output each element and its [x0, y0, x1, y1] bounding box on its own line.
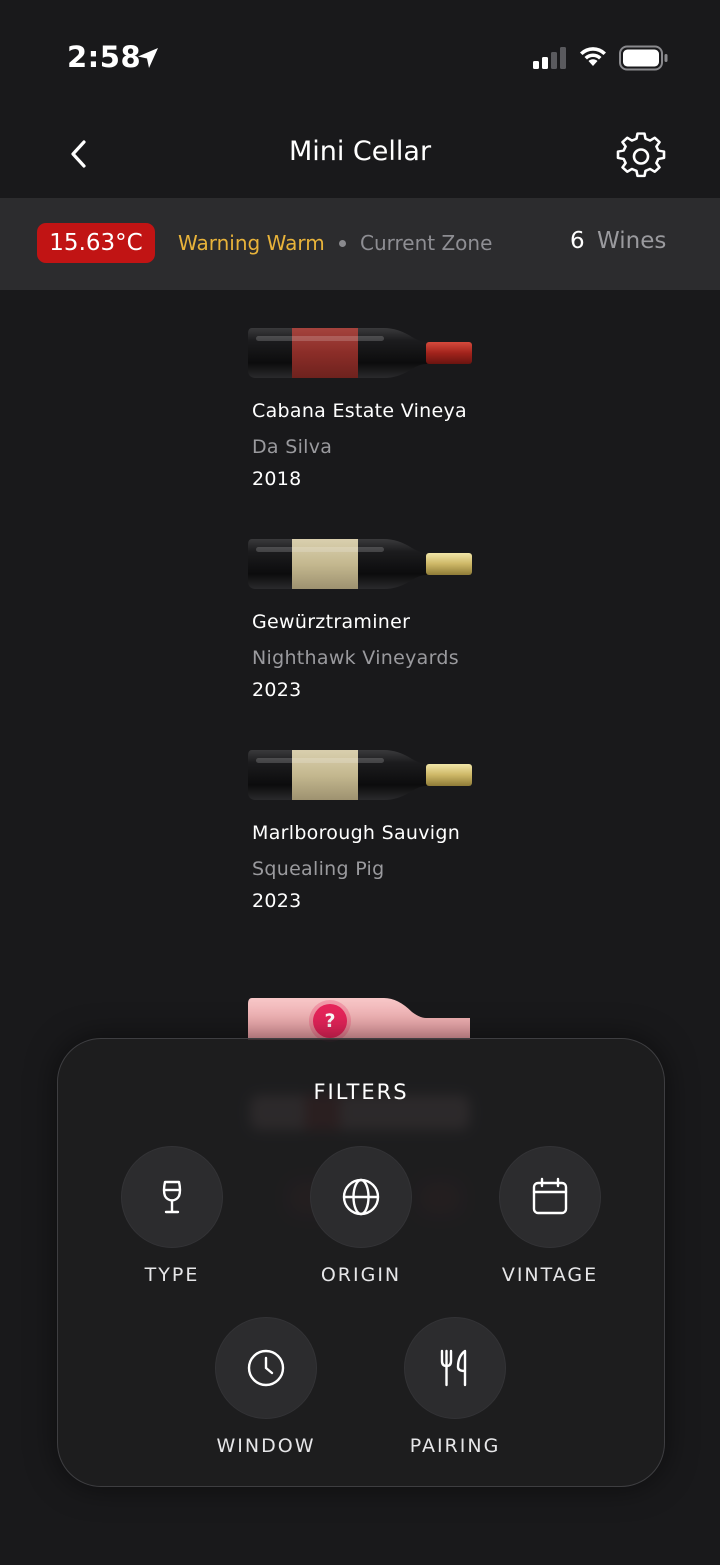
- filter-pairing-label: PAIRING: [409, 1435, 501, 1457]
- globe-icon: [342, 1178, 380, 1216]
- unknown-status-badge: ?: [313, 1004, 347, 1038]
- clock-icon: [247, 1349, 285, 1387]
- white-wine-bottle-icon: [248, 750, 472, 800]
- filter-vintage-button[interactable]: VINTAGE: [475, 1146, 625, 1286]
- status-bar: 2:58: [0, 0, 720, 110]
- wifi-icon: [580, 47, 606, 66]
- white-wine-bottle-icon: [248, 539, 472, 589]
- filters-panel: FILTERS TYPE ORIGIN VINTAGE WINDOW PAIRI…: [57, 1038, 665, 1487]
- page-title: Mini Cellar: [288, 136, 432, 167]
- wine-vintage: 2018: [252, 468, 302, 490]
- location-arrow-icon: [138, 48, 158, 68]
- wine-vintage: 2023: [252, 890, 302, 912]
- separator-dot: [339, 240, 346, 247]
- filter-vintage-label: VINTAGE: [501, 1264, 599, 1286]
- filter-type-button[interactable]: TYPE: [97, 1146, 247, 1286]
- calendar-icon: [532, 1177, 568, 1215]
- filter-pairing-button[interactable]: PAIRING: [380, 1317, 530, 1457]
- gear-icon: [616, 132, 666, 178]
- filter-icon-circle: [121, 1146, 223, 1248]
- filter-icon-circle: [404, 1317, 506, 1419]
- wine-producer: Squealing Pig: [252, 858, 385, 880]
- filter-origin-button[interactable]: ORIGIN: [286, 1146, 436, 1286]
- wine-producer: Da Silva: [252, 436, 333, 458]
- wine-item[interactable]: Gewürztraminer Nighthawk Vineyards 2023: [248, 533, 508, 713]
- filter-icon-circle: [499, 1146, 601, 1248]
- wine-name: Gewürztraminer: [252, 611, 411, 633]
- wine-producer: Nighthawk Vineyards: [252, 647, 459, 669]
- battery-icon: [619, 45, 668, 71]
- wine-glass-icon: [162, 1180, 182, 1214]
- rose-wine-bottle-icon[interactable]: [248, 996, 474, 1040]
- current-zone-label: Current Zone: [360, 231, 493, 255]
- temperature-badge[interactable]: 15.63°C: [37, 223, 155, 263]
- filter-origin-label: ORIGIN: [320, 1264, 402, 1286]
- filter-type-label: TYPE: [144, 1264, 200, 1286]
- settings-button[interactable]: [616, 132, 666, 182]
- wine-name: Cabana Estate Vineya: [252, 400, 467, 422]
- filter-window-label: WINDOW: [216, 1435, 316, 1457]
- wine-name: Marlborough Sauvign: [252, 822, 461, 844]
- filter-icon-circle: [310, 1146, 412, 1248]
- filter-window-button[interactable]: WINDOW: [191, 1317, 341, 1457]
- filter-icon-circle: [215, 1317, 317, 1419]
- fork-knife-icon: [440, 1349, 467, 1387]
- zone-status-bar: 15.63°C Warning Warm Current Zone 6 Wine…: [0, 198, 720, 290]
- wine-item[interactable]: Cabana Estate Vineya Da Silva 2018: [248, 322, 508, 502]
- warning-label: Warning Warm: [178, 231, 325, 255]
- wine-count: 6: [570, 228, 585, 254]
- wine-item[interactable]: Marlborough Sauvign Squealing Pig 2023: [248, 744, 508, 924]
- red-wine-bottle-icon: [248, 328, 472, 378]
- nav-bar: Mini Cellar: [0, 110, 720, 198]
- status-time: 2:58: [67, 40, 142, 74]
- filters-title: FILTERS: [313, 1080, 409, 1104]
- cellular-signal-icon: [533, 47, 566, 69]
- wine-count-label: Wines: [597, 228, 667, 254]
- wine-vintage: 2023: [252, 679, 302, 701]
